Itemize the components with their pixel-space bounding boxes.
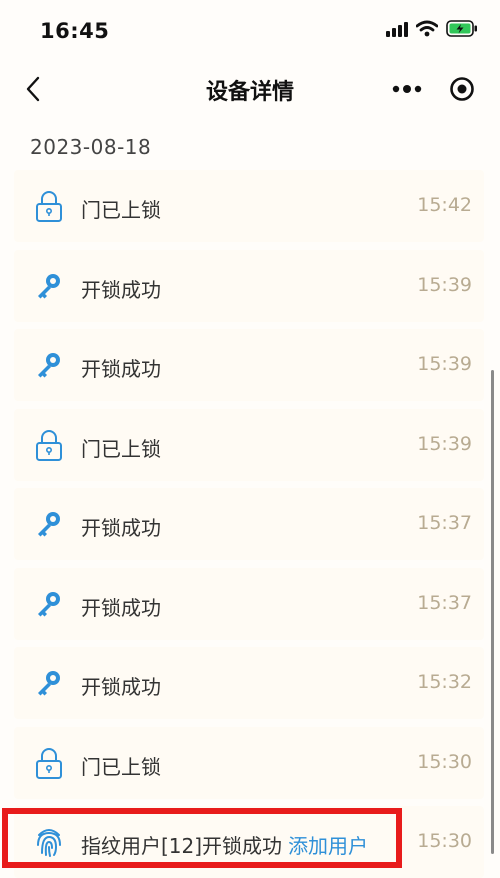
status-icons	[386, 20, 478, 41]
key-icon	[31, 586, 67, 622]
log-text: 门已上锁	[81, 194, 161, 223]
log-time: 15:30	[417, 830, 472, 852]
lock-icon	[31, 188, 67, 224]
key-icon	[31, 268, 67, 304]
lock-icon	[31, 745, 67, 781]
scrollbar[interactable]	[491, 370, 494, 854]
log-item[interactable]: 门已上锁 15:39	[14, 408, 484, 481]
date-header: 2023-08-18	[30, 135, 152, 159]
more-button[interactable]	[390, 76, 424, 102]
log-message: 指纹用户[12]开锁成功	[81, 834, 283, 858]
log-item[interactable]: 开锁成功 15:32	[14, 647, 484, 719]
battery-icon	[446, 20, 478, 41]
log-item[interactable]: 门已上锁 15:42	[14, 170, 484, 242]
add-user-link[interactable]: 添加用户	[288, 834, 368, 858]
status-bar: 16:45	[0, 0, 500, 64]
log-text: 开锁成功	[81, 671, 161, 700]
fingerprint-icon	[31, 824, 67, 860]
log-message: 门已上锁	[81, 754, 161, 779]
log-item[interactable]: 开锁成功 15:39	[14, 329, 484, 401]
log-message: 开锁成功	[81, 277, 161, 302]
log-message: 门已上锁	[81, 436, 161, 461]
log-time: 15:39	[417, 273, 472, 296]
log-item[interactable]: 开锁成功 15:39	[14, 249, 484, 322]
log-time: 15:39	[417, 432, 472, 455]
log-message: 开锁成功	[81, 357, 161, 381]
log-time: 15:42	[417, 194, 472, 216]
log-item[interactable]: 门已上锁 15:30	[14, 726, 484, 799]
log-text: 开锁成功	[81, 274, 161, 303]
log-text: 门已上锁	[81, 751, 161, 780]
signal-icon	[386, 21, 408, 41]
log-message: 开锁成功	[81, 516, 161, 540]
nav-bar: 设备详情	[0, 64, 500, 114]
log-time: 15:37	[417, 512, 472, 534]
log-time: 15:32	[417, 671, 472, 693]
more-dots-icon	[392, 85, 422, 93]
lock-icon	[31, 427, 67, 463]
target-icon	[450, 77, 474, 101]
log-text: 开锁成功	[81, 512, 161, 541]
log-text: 门已上锁	[81, 433, 161, 462]
log-time: 15:37	[417, 591, 472, 614]
log-text: 开锁成功	[81, 353, 161, 382]
key-icon	[31, 347, 67, 383]
key-icon	[31, 506, 67, 542]
log-time: 15:39	[417, 353, 472, 375]
log-time: 15:30	[417, 750, 472, 773]
log-message: 开锁成功	[81, 595, 161, 620]
log-message: 开锁成功	[81, 675, 161, 699]
key-icon	[31, 665, 67, 701]
log-item[interactable]: 开锁成功 15:37	[14, 488, 484, 560]
log-message: 门已上锁	[81, 198, 161, 222]
close-miniprogram-button[interactable]	[448, 75, 476, 103]
log-item[interactable]: 指纹用户[12]开锁成功 添加用户 15:30	[14, 806, 484, 878]
wifi-icon	[415, 20, 439, 41]
log-text: 指纹用户[12]开锁成功 添加用户	[81, 830, 368, 859]
status-time: 16:45	[40, 19, 110, 43]
page-title: 设备详情	[205, 80, 294, 105]
log-item[interactable]: 开锁成功 15:37	[14, 567, 484, 640]
log-list: 门已上锁 15:42 开锁成功 15:39 开锁成功 15:39 门已上锁 15:39 …	[14, 170, 484, 878]
log-text: 开锁成功	[81, 592, 161, 621]
